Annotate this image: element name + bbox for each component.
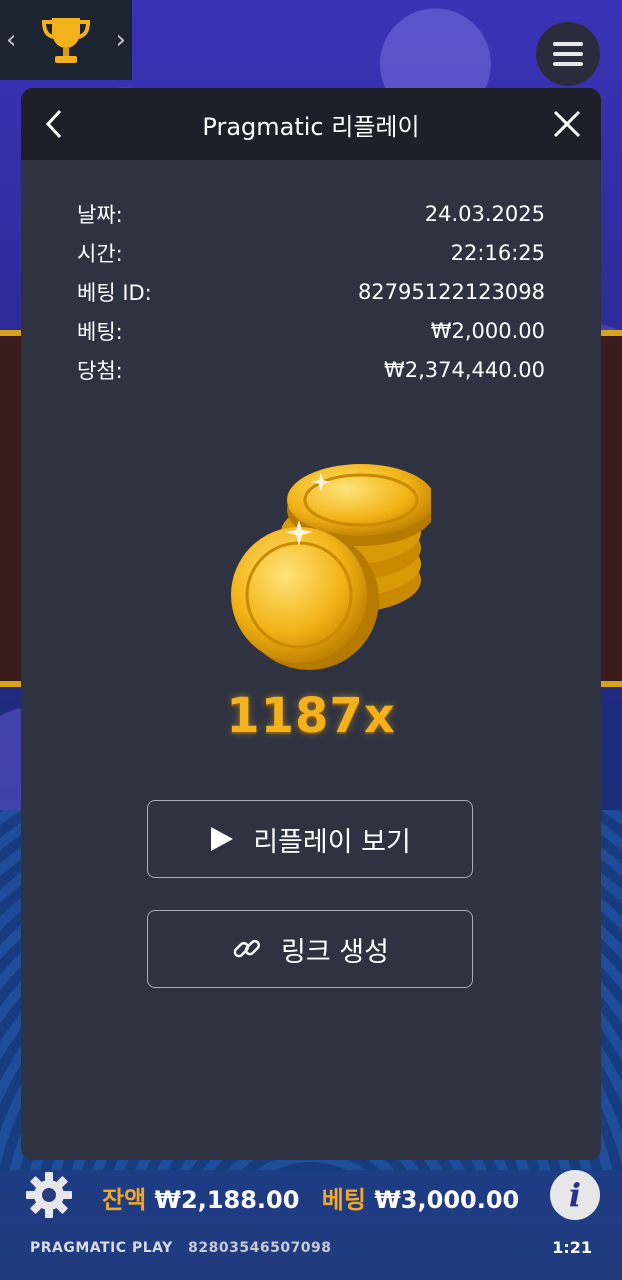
session-id: 82803546507098 xyxy=(188,1240,332,1256)
clock: 1:21 xyxy=(552,1238,592,1257)
bet-value[interactable]: ₩3,000.00 xyxy=(374,1186,519,1214)
dialog-title: Pragmatic 리플레이 xyxy=(202,112,420,141)
right-reel-ornament xyxy=(600,330,622,687)
detail-value: ₩2,374,440.00 xyxy=(383,357,545,382)
watch-replay-button[interactable]: 리플레이 보기 xyxy=(147,800,473,878)
game-bottom-bar: 잔액 ₩2,188.00 베팅 ₩3,000.00 i PRAGMATIC PL… xyxy=(0,1160,622,1280)
balance-value: ₩2,188.00 xyxy=(154,1186,300,1214)
chevron-right-icon[interactable]: › xyxy=(116,25,126,55)
detail-row-date: 날짜: 24.03.2025 xyxy=(77,194,545,233)
chevron-left-icon[interactable]: ‹ xyxy=(6,25,16,55)
bet-label: 베팅 xyxy=(321,1186,366,1214)
detail-row-win: 당첨: ₩2,374,440.00 xyxy=(77,350,545,389)
detail-label: 날짜: xyxy=(77,202,123,227)
detail-value: 24.03.2025 xyxy=(424,201,545,226)
back-button[interactable] xyxy=(25,88,85,160)
info-icon[interactable]: i xyxy=(550,1170,600,1220)
detail-value: ₩2,000.00 xyxy=(430,318,545,343)
watch-replay-label: 리플레이 보기 xyxy=(253,826,411,858)
detail-label: 당첨: xyxy=(77,358,123,383)
trophy-icon[interactable] xyxy=(38,12,94,68)
detail-row-time: 시간: 22:16:25 xyxy=(77,233,545,272)
balance-display: 잔액 ₩2,188.00 베팅 ₩3,000.00 xyxy=(102,1180,519,1215)
win-multiplier: 1187x xyxy=(226,688,396,744)
detail-row-bet: 베팅: ₩2,000.00 xyxy=(77,311,545,350)
close-button[interactable] xyxy=(537,88,597,160)
gold-coins-icon xyxy=(231,464,431,670)
create-link-label: 링크 생성 xyxy=(281,936,389,968)
replay-dialog: Pragmatic 리플레이 날짜: 24.03.2025 시간: 22:16:… xyxy=(21,88,601,1160)
left-reel-ornament xyxy=(0,330,22,687)
close-icon[interactable] xyxy=(551,108,583,140)
detail-value: 82795122123098 xyxy=(357,279,545,304)
link-icon xyxy=(233,939,261,958)
play-icon xyxy=(211,827,234,851)
detail-row-bet-id: 베팅 ID: 82795122123098 xyxy=(77,272,545,311)
detail-label: 시간: xyxy=(77,241,123,266)
hamburger-menu-icon[interactable] xyxy=(536,22,600,86)
tournament-widget[interactable]: ‹ › xyxy=(0,0,132,80)
create-link-button[interactable]: 링크 생성 xyxy=(147,910,473,988)
gear-icon[interactable] xyxy=(24,1170,74,1220)
provider-footer: PRAGMATIC PLAY 82803546507098 xyxy=(30,1240,332,1256)
detail-label: 베팅: xyxy=(77,319,123,344)
dialog-header: Pragmatic 리플레이 xyxy=(21,88,601,160)
detail-label: 베팅 ID: xyxy=(77,280,152,305)
balance-label: 잔액 xyxy=(102,1186,147,1214)
bet-details: 날짜: 24.03.2025 시간: 22:16:25 베팅 ID: 82795… xyxy=(21,160,601,389)
chevron-left-icon[interactable] xyxy=(40,107,70,141)
detail-value: 22:16:25 xyxy=(450,240,545,265)
provider-name: PRAGMATIC PLAY xyxy=(30,1240,173,1256)
